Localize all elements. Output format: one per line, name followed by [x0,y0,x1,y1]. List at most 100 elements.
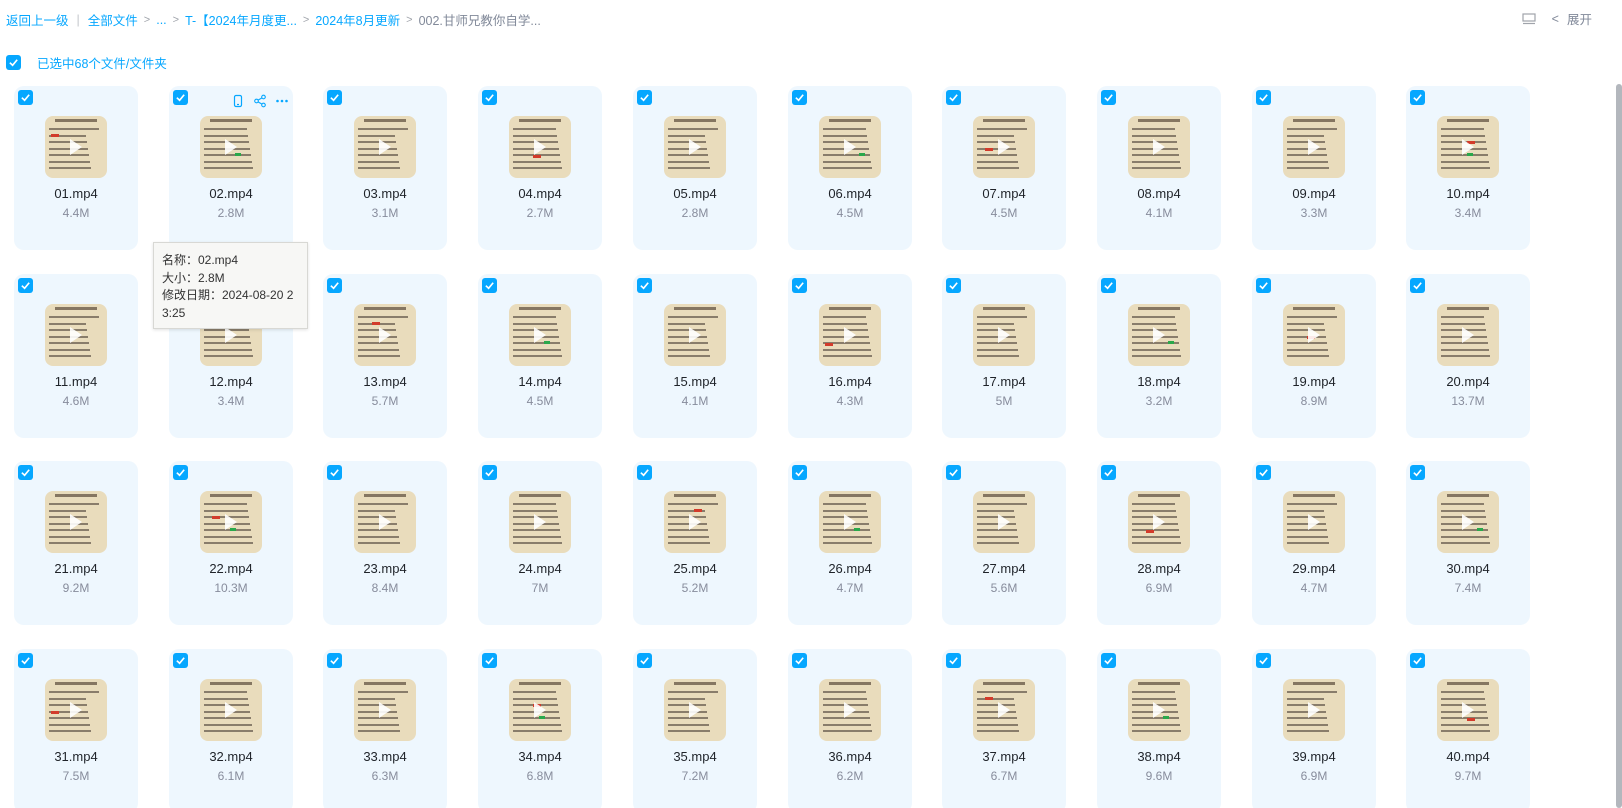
file-checkbox[interactable] [792,90,807,105]
video-thumbnail[interactable] [664,491,726,553]
file-card[interactable]: 07.mp4 4.5M [942,86,1066,250]
video-thumbnail[interactable] [45,116,107,178]
video-thumbnail[interactable] [973,679,1035,741]
file-checkbox[interactable] [1256,465,1271,480]
video-thumbnail[interactable] [819,116,881,178]
breadcrumb-folder-august[interactable]: 2024年8月更新 [315,10,400,29]
file-name[interactable]: 23.mp4 [323,561,447,576]
file-card[interactable]: 18.mp4 3.2M [1097,274,1221,438]
file-checkbox[interactable] [637,90,652,105]
select-all-checkbox[interactable] [6,55,21,70]
file-name[interactable]: 02.mp4 [169,186,293,201]
phone-icon[interactable] [231,94,245,108]
file-checkbox[interactable] [1410,90,1425,105]
file-name[interactable]: 37.mp4 [942,749,1066,764]
file-card[interactable]: 39.mp4 6.9M [1252,649,1376,808]
video-thumbnail[interactable] [200,679,262,741]
scrollbar-thumb[interactable] [1616,84,1622,808]
file-card[interactable]: 22.mp4 10.3M [169,461,293,625]
file-name[interactable]: 26.mp4 [788,561,912,576]
video-thumbnail[interactable] [45,491,107,553]
video-thumbnail[interactable] [509,491,571,553]
file-card[interactable]: 10.mp4 3.4M [1406,86,1530,250]
file-checkbox[interactable] [946,653,961,668]
share-icon[interactable] [253,94,267,108]
file-checkbox[interactable] [946,278,961,293]
file-name[interactable]: 19.mp4 [1252,374,1376,389]
file-checkbox[interactable] [1256,653,1271,668]
file-checkbox[interactable] [1256,278,1271,293]
file-card[interactable]: 16.mp4 4.3M [788,274,912,438]
file-checkbox[interactable] [327,465,342,480]
file-card[interactable]: 01.mp4 4.4M [14,86,138,250]
file-checkbox[interactable] [173,465,188,480]
file-checkbox[interactable] [482,278,497,293]
video-thumbnail[interactable] [973,491,1035,553]
file-name[interactable]: 25.mp4 [633,561,757,576]
video-thumbnail[interactable] [509,679,571,741]
video-thumbnail[interactable] [1283,304,1345,366]
panel-icon[interactable] [1522,12,1536,25]
file-name[interactable]: 03.mp4 [323,186,447,201]
video-thumbnail[interactable] [509,304,571,366]
video-thumbnail[interactable] [1437,491,1499,553]
video-thumbnail[interactable] [1128,491,1190,553]
file-checkbox[interactable] [1101,465,1116,480]
file-card[interactable]: 03.mp4 3.1M [323,86,447,250]
file-card[interactable]: 21.mp4 9.2M [14,461,138,625]
file-card[interactable]: 33.mp4 6.3M [323,649,447,808]
file-card[interactable]: 25.mp4 5.2M [633,461,757,625]
back-link[interactable]: 返回上一级 [6,10,69,29]
file-name[interactable]: 38.mp4 [1097,749,1221,764]
file-name[interactable]: 06.mp4 [788,186,912,201]
file-card[interactable]: 04.mp4 2.7M [478,86,602,250]
file-name[interactable]: 22.mp4 [169,561,293,576]
file-checkbox[interactable] [637,465,652,480]
file-card[interactable]: 30.mp4 7.4M [1406,461,1530,625]
file-card[interactable]: 38.mp4 9.6M [1097,649,1221,808]
video-thumbnail[interactable] [664,304,726,366]
file-checkbox[interactable] [946,465,961,480]
file-card[interactable]: 29.mp4 4.7M [1252,461,1376,625]
video-thumbnail[interactable] [45,679,107,741]
more-icon[interactable] [275,94,289,108]
file-checkbox[interactable] [173,90,188,105]
file-name[interactable]: 16.mp4 [788,374,912,389]
video-thumbnail[interactable] [664,116,726,178]
file-name[interactable]: 05.mp4 [633,186,757,201]
file-checkbox[interactable] [18,653,33,668]
file-checkbox[interactable] [18,278,33,293]
file-name[interactable]: 40.mp4 [1406,749,1530,764]
breadcrumb-folder-monthly[interactable]: T-【2024年月度更... [185,10,297,29]
file-name[interactable]: 15.mp4 [633,374,757,389]
file-name[interactable]: 29.mp4 [1252,561,1376,576]
file-name[interactable]: 34.mp4 [478,749,602,764]
video-thumbnail[interactable] [1283,679,1345,741]
chevron-left-icon[interactable]: < [1552,12,1559,26]
file-checkbox[interactable] [1410,653,1425,668]
file-card[interactable]: 40.mp4 9.7M [1406,649,1530,808]
file-name[interactable]: 11.mp4 [14,374,138,389]
file-card[interactable]: 13.mp4 5.7M [323,274,447,438]
file-card[interactable]: 11.mp4 4.6M [14,274,138,438]
video-thumbnail[interactable] [1283,116,1345,178]
file-name[interactable]: 04.mp4 [478,186,602,201]
file-card[interactable]: 20.mp4 13.7M [1406,274,1530,438]
file-card[interactable]: 14.mp4 4.5M [478,274,602,438]
file-checkbox[interactable] [1410,465,1425,480]
video-thumbnail[interactable] [354,679,416,741]
file-checkbox[interactable] [327,653,342,668]
video-thumbnail[interactable] [354,491,416,553]
file-card[interactable]: 23.mp4 8.4M [323,461,447,625]
file-checkbox[interactable] [18,465,33,480]
file-name[interactable]: 18.mp4 [1097,374,1221,389]
file-name[interactable]: 13.mp4 [323,374,447,389]
file-name[interactable]: 28.mp4 [1097,561,1221,576]
breadcrumb-all-files[interactable]: 全部文件 [88,10,138,29]
file-checkbox[interactable] [327,90,342,105]
file-card[interactable]: 06.mp4 4.5M [788,86,912,250]
video-thumbnail[interactable] [1283,491,1345,553]
file-checkbox[interactable] [1101,90,1116,105]
file-card[interactable]: 27.mp4 5.6M [942,461,1066,625]
file-card[interactable]: 28.mp4 6.9M [1097,461,1221,625]
